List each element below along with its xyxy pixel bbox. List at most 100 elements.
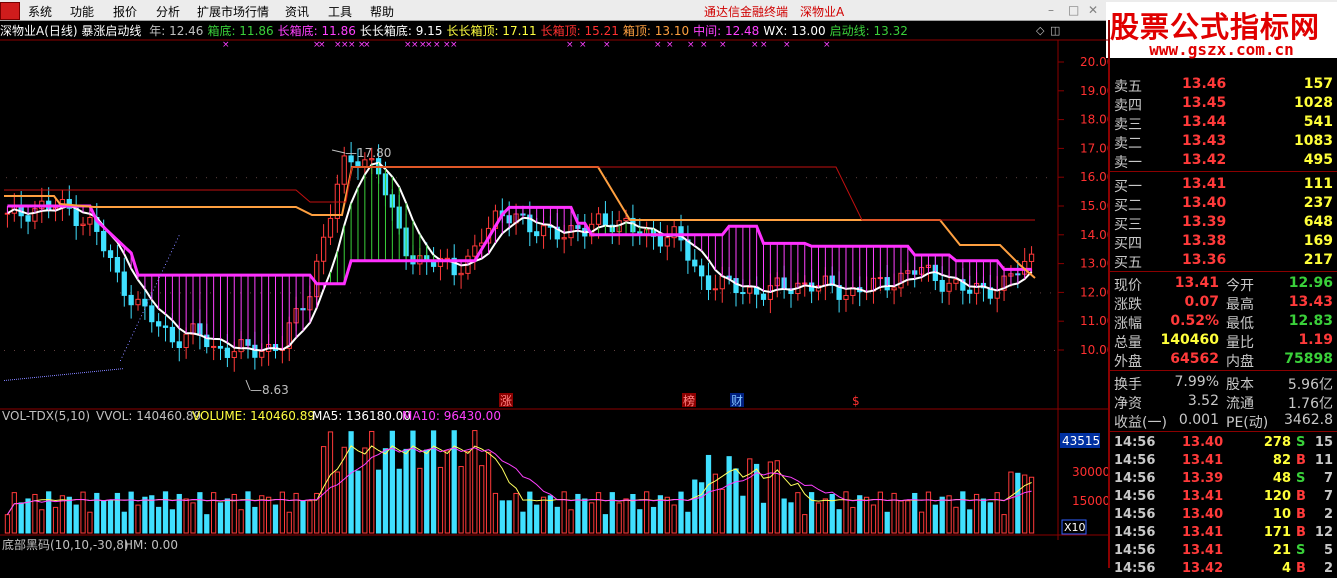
support-dot — [92, 371, 93, 373]
close-icon[interactable]: ✕ — [1088, 3, 1098, 17]
vol-axis-label: 43515 — [1062, 434, 1100, 448]
grid-dot — [244, 350, 245, 351]
stats-row: 涨跌 0.07 最高 13.43 — [1110, 293, 1337, 313]
volume-bar — [657, 495, 664, 534]
bid-row-4[interactable]: 买四 13.38 169 — [1110, 232, 1337, 252]
tick-time: 14:56 — [1114, 525, 1156, 540]
high-leader — [331, 149, 346, 154]
ask-row-5[interactable]: 卖五 13.46 157 — [1110, 75, 1337, 95]
app-logo-icon[interactable] — [0, 2, 20, 20]
bottom-ind-hm: HM: 0.00 — [124, 538, 178, 552]
bid-row-3[interactable]: 买三 13.39 648 — [1110, 213, 1337, 233]
grid-dot — [464, 350, 465, 351]
grid-dot — [356, 177, 357, 179]
grid-dot — [554, 350, 555, 351]
volume-bar — [149, 495, 155, 534]
support-dot — [156, 283, 157, 285]
grid-dot — [696, 177, 697, 179]
tick-direction: S — [1296, 435, 1306, 450]
grid-dot — [664, 350, 665, 351]
fund-label: 流通 — [1226, 396, 1254, 412]
candle-body — [472, 245, 478, 257]
grid-dot — [1014, 350, 1015, 351]
grid-dot — [616, 177, 617, 179]
grid-dot — [404, 350, 405, 351]
ask-price: 13.45 — [1182, 95, 1227, 111]
bid-row-1[interactable]: 买一 13.41 111 — [1110, 175, 1337, 195]
menu-system[interactable]: 系统 — [28, 3, 52, 20]
ask-volume: 1083 — [1294, 133, 1333, 149]
support-dot — [175, 241, 177, 243]
ask-row-3[interactable]: 卖三 13.44 541 — [1110, 113, 1337, 133]
grid-dot — [374, 350, 375, 351]
ask-row-1[interactable]: 卖一 13.42 495 — [1110, 151, 1337, 171]
volume-bar — [685, 511, 691, 534]
support-dot — [147, 302, 148, 304]
candle-body — [327, 217, 334, 238]
support-dot — [159, 276, 160, 278]
grid-dot — [596, 177, 597, 179]
tick-row: 14:56 13.41 82 B 11 — [1110, 452, 1337, 470]
candle-body — [534, 231, 540, 237]
grid-dot — [336, 177, 337, 179]
grid-dot — [280, 292, 281, 294]
tick-row: 14:56 13.41 171 B 12 — [1110, 524, 1337, 542]
restore-icon[interactable]: □ — [1068, 3, 1079, 17]
grid-dot — [810, 292, 811, 294]
grid-dot — [424, 350, 425, 351]
menu-analysis[interactable]: 分析 — [156, 3, 180, 20]
menu-function[interactable]: 功能 — [70, 3, 94, 20]
price-tick-label: 12.00 — [1080, 285, 1110, 299]
tick-count: 12 — [1314, 525, 1333, 540]
fund-value: 3462.8 — [1284, 412, 1333, 428]
volume-bar — [252, 506, 258, 534]
grid-dot — [580, 292, 581, 294]
event-tag-3: $ — [852, 394, 860, 408]
minimize-icon[interactable]: – — [1048, 3, 1054, 17]
stat-value: 13.41 — [1174, 275, 1219, 291]
volume-bar — [540, 496, 547, 534]
ask-row-4[interactable]: 卖四 13.45 1028 — [1110, 94, 1337, 114]
grid-dot — [654, 350, 655, 351]
support-dot — [145, 305, 147, 307]
tick-price: 13.41 — [1182, 543, 1224, 558]
bid-row-5[interactable]: 买五 13.36 217 — [1110, 251, 1337, 271]
menu-tools[interactable]: 工具 — [328, 3, 352, 20]
volume-bar — [245, 491, 251, 534]
grid-dot — [36, 177, 37, 179]
ask-volume: 157 — [1303, 76, 1333, 92]
support-dot — [120, 360, 121, 361]
ask-row-2[interactable]: 卖二 13.43 1083 — [1110, 132, 1337, 152]
vol-header-2: VOLUME: 140460.89 — [192, 409, 315, 423]
bid-row-2[interactable]: 买二 13.40 237 — [1110, 194, 1337, 214]
tick-price: 13.39 — [1182, 471, 1224, 486]
volume-bar — [726, 456, 732, 534]
grid-dot — [416, 177, 417, 179]
candle-body — [760, 293, 767, 300]
grid-dot — [506, 177, 507, 179]
grid-dot — [304, 350, 305, 351]
grid-dot — [920, 292, 921, 294]
menu-quote[interactable]: 报价 — [113, 3, 137, 20]
volume-bar — [87, 511, 93, 534]
kline-chart[interactable]: 20.00 19.00 18.00 17.00 16.00 15.00 14.00 13.00… — [0, 20, 1110, 568]
grid-dot — [236, 177, 237, 179]
candle-body — [135, 298, 141, 306]
grid-dot — [914, 350, 915, 351]
menu-news[interactable]: 资讯 — [285, 3, 309, 20]
candle-body — [224, 347, 231, 358]
grid-dot — [466, 177, 467, 179]
menu-help[interactable]: 帮助 — [370, 3, 394, 20]
tick-volume: 171 — [1263, 525, 1291, 540]
menu-ext-market[interactable]: 扩展市场行情 — [197, 3, 269, 20]
support-dot — [28, 377, 29, 379]
volume-bar — [747, 458, 753, 534]
bottom-ind-title: 底部黑码(10,10,-30,8) — [2, 537, 129, 552]
grid-dot — [484, 350, 485, 351]
tick-volume: 10 — [1272, 507, 1291, 522]
support-dot — [50, 375, 51, 377]
ask-volume: 541 — [1303, 114, 1333, 130]
grid-dot — [474, 350, 475, 351]
grid-dot — [1036, 177, 1037, 179]
candle-body — [540, 225, 547, 237]
